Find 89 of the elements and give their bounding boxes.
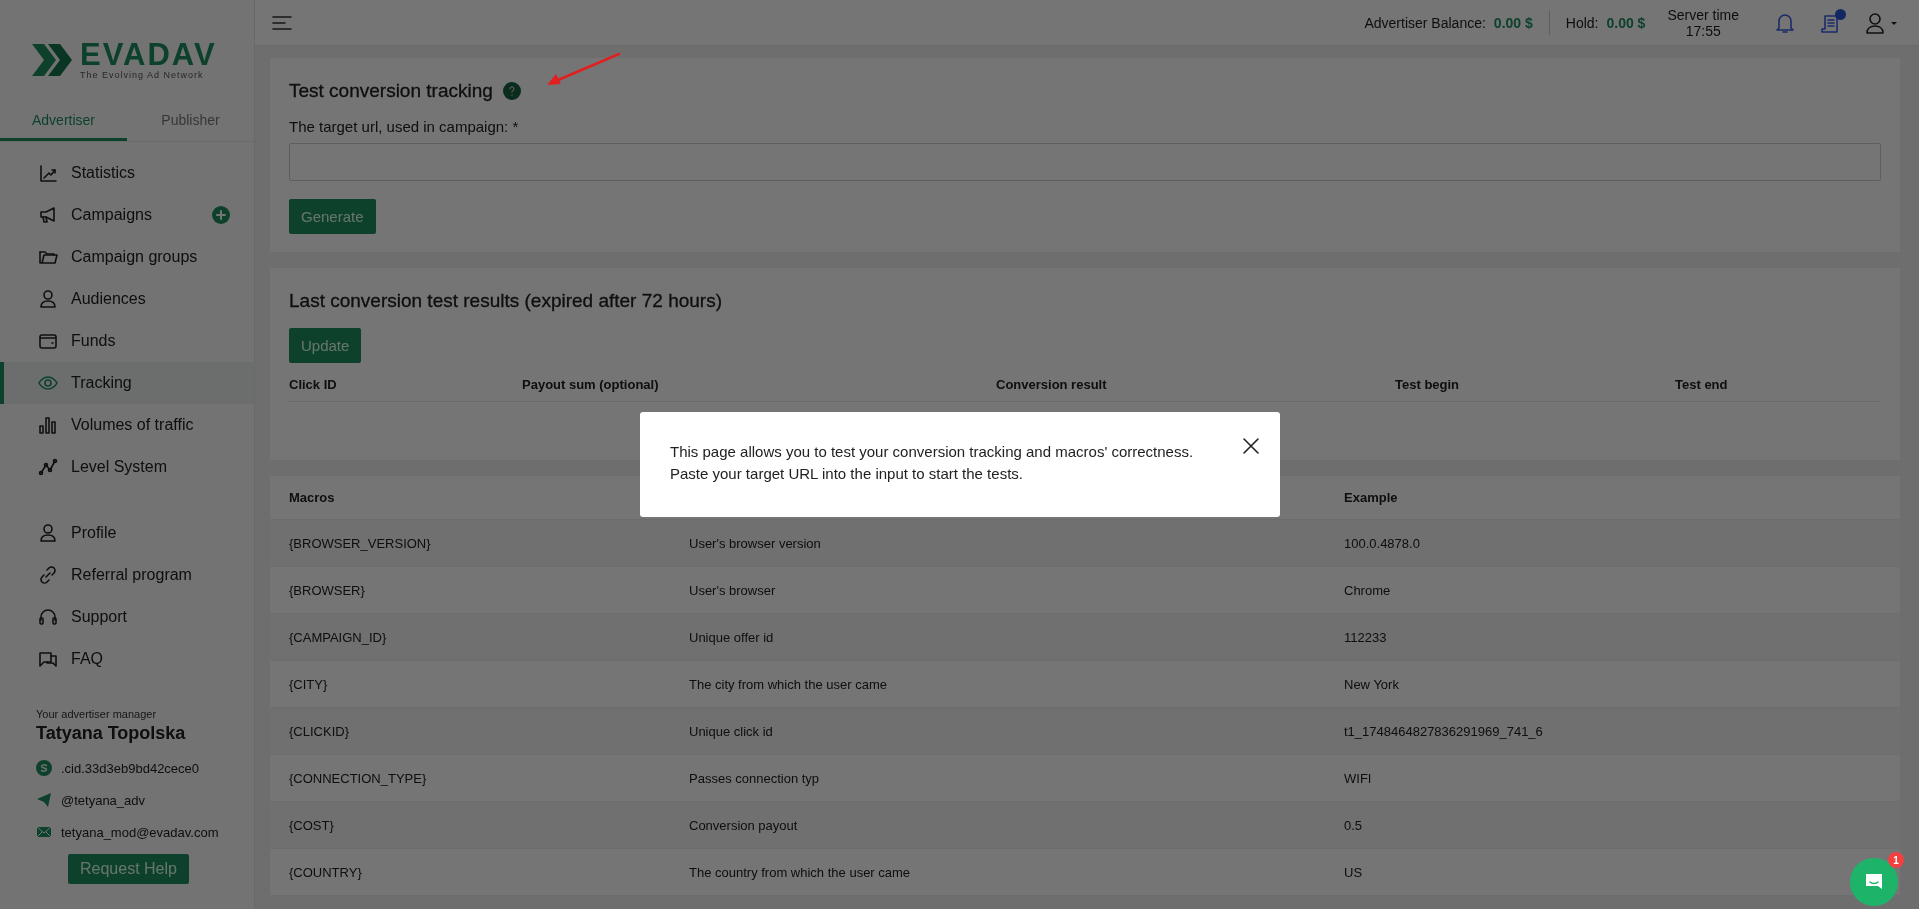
chat-bubbles-icon — [38, 649, 58, 669]
manager-caption: Your advertiser manager — [36, 708, 158, 720]
chat-icon — [1864, 872, 1884, 892]
skype-icon — [36, 760, 52, 776]
role-tab[interactable]: Advertiser — [0, 104, 127, 141]
nav-item[interactable]: Referral program — [0, 554, 254, 596]
logo-tagline: The Evolving Ad Network — [80, 70, 205, 80]
balance-value: 0.00 $ — [1493, 14, 1533, 31]
chat-button[interactable] — [1850, 858, 1898, 906]
eye-icon — [38, 373, 58, 393]
bell-icon[interactable] — [1775, 11, 1795, 34]
field-label: The target url, used in campaign: * — [289, 118, 519, 135]
megaphone-icon — [38, 205, 58, 225]
logo-wordmark: EVADAV — [80, 40, 217, 70]
nav-item[interactable]: Audiences — [0, 278, 254, 320]
line-graph-icon — [38, 457, 58, 477]
table-cell-text: The country from which the user came — [689, 864, 912, 880]
table-cell-text: WIFI — [1344, 770, 1373, 786]
nav-item[interactable]: FAQ — [0, 638, 254, 680]
table-cell-text: Passes connection typ — [689, 770, 821, 786]
headset-icon — [38, 607, 58, 627]
table-cell-text: US — [1344, 864, 1364, 880]
column-header: Test end — [1675, 377, 1729, 392]
request-help-button[interactable]: Request Help — [68, 854, 189, 884]
balance-label: Advertiser Balance: — [1364, 14, 1486, 31]
nav-item[interactable]: Campaigns — [0, 194, 254, 236]
server-time: 17:55 — [1685, 22, 1721, 39]
column-header: Test begin — [1395, 377, 1461, 392]
column-header: Macros — [289, 490, 336, 505]
table-cell-text: User's browser version — [689, 535, 822, 551]
table-cell-text: {CLICKID} — [289, 723, 350, 739]
user-menu-icon[interactable] — [1865, 11, 1899, 34]
wallet-icon — [38, 331, 58, 351]
plus-icon[interactable] — [212, 206, 230, 224]
email-link[interactable]: tetyana_mod@evadav.com — [61, 824, 219, 840]
notification-badge: 1 — [1888, 852, 1904, 868]
manager-name: Tatyana Topolska — [36, 723, 187, 744]
table-cell-text: {BROWSER_VERSION} — [289, 535, 432, 551]
table-cell-text: t1_1748464827836291969_741_6 — [1344, 723, 1544, 739]
nav-item[interactable]: Profile — [0, 512, 254, 554]
nav-item[interactable]: Volumes of traffic — [0, 404, 254, 446]
chart-icon — [38, 163, 58, 183]
dialog-text: Paste your target URL into the input to start the tests. — [670, 464, 1024, 484]
server-time-label: Server time — [1667, 6, 1739, 23]
nav-item[interactable]: Level System — [0, 446, 254, 488]
link-icon — [38, 565, 58, 585]
nav-item[interactable]: Support — [0, 596, 254, 638]
table-cell-text: Unique offer id — [689, 629, 775, 645]
contact-handle: @tetyana_adv — [61, 792, 146, 808]
contact-handle: .cid.33d3eb9bd42cece0 — [61, 760, 200, 776]
menu-icon[interactable] — [272, 14, 292, 31]
section-title: Last conversion test results (expired after 72 hours) — [289, 290, 722, 312]
table-cell-text: 100.0.4878.0 — [1344, 535, 1421, 551]
table-cell-text: New York — [1344, 676, 1400, 692]
nav-item[interactable]: Campaign groups — [0, 236, 254, 278]
section-title: Test conversion tracking — [289, 80, 493, 102]
column-header: Example — [1344, 490, 1399, 505]
table-cell-text: Chrome — [1344, 582, 1392, 598]
close-icon[interactable] — [1242, 437, 1260, 455]
hold-label: Hold: — [1565, 14, 1599, 31]
table-cell-text: User's browser — [689, 582, 777, 598]
paper-plane-icon — [36, 792, 52, 808]
table-cell-text: {BROWSER} — [289, 582, 366, 598]
envelope-icon — [36, 824, 52, 840]
chevrons-logo-icon — [30, 42, 74, 78]
table-cell-text: {CITY} — [289, 676, 329, 692]
table-cell-text: {CAMPAIGN_ID} — [289, 629, 388, 645]
bars-icon — [38, 415, 58, 435]
table-cell-text: Unique click id — [689, 723, 774, 739]
dialog-text: This page allows you to test your conversion tracking and macros' correctness. — [670, 442, 1195, 462]
table-cell-text: 0.5 — [1344, 817, 1364, 833]
role-tab[interactable]: Publisher — [127, 104, 254, 141]
nav-item[interactable]: Funds — [0, 320, 254, 362]
help-icon — [502, 82, 521, 100]
table-cell-text: The city from which the user came — [689, 676, 888, 692]
nav-item[interactable]: Tracking — [0, 362, 254, 404]
column-header: Payout sum (optional) — [522, 377, 660, 392]
column-header: Click ID — [289, 377, 338, 392]
table-cell-text: Conversion payout — [689, 817, 799, 833]
table-cell-text: 112233 — [1344, 629, 1388, 645]
column-header: Conversion result — [996, 377, 1108, 392]
update-button[interactable]: Update — [289, 328, 362, 363]
table-cell-text: {COST} — [289, 817, 335, 833]
nav-item[interactable]: Statistics — [0, 152, 254, 194]
hold-value: 0.00 $ — [1606, 14, 1646, 31]
table-cell-text: {COUNTRY} — [289, 864, 363, 880]
generate-button[interactable]: Generate — [289, 199, 376, 234]
person-icon — [38, 523, 58, 543]
table-cell-text: {CONNECTION_TYPE} — [289, 770, 428, 786]
